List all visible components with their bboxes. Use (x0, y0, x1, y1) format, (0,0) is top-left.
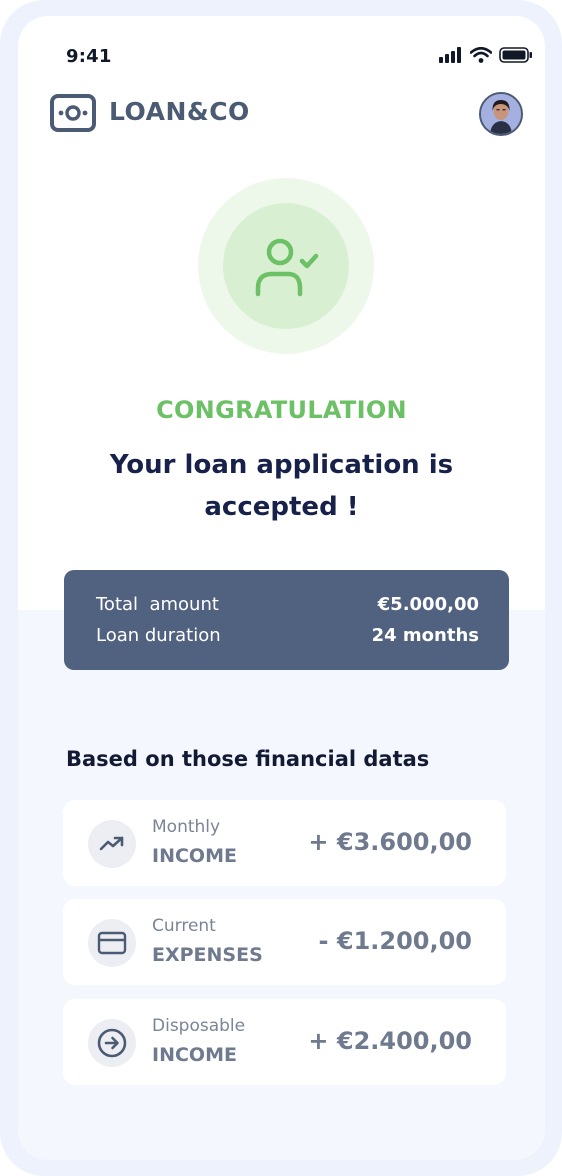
user-check-icon (255, 238, 319, 297)
item-label: INCOME (152, 1044, 237, 1066)
avatar-image (481, 94, 521, 134)
item-label: EXPENSES (152, 944, 263, 966)
item-caption: Disposable (152, 1016, 246, 1036)
credit-card-icon (97, 931, 127, 955)
summary-row-duration: Loan duration 24 months (96, 625, 479, 646)
brand-name: LOAN&CO (109, 97, 250, 126)
loan-summary-card: Total amount €5.000,00 Loan duration 24 … (64, 570, 509, 670)
item-value: + €3.600,00 (308, 828, 472, 856)
item-label: INCOME (152, 845, 237, 867)
section-title: Based on those financial datas (66, 747, 430, 771)
arrow-circle-right-icon (97, 1028, 127, 1058)
avatar[interactable] (479, 92, 523, 136)
item-value: - €1.200,00 (318, 927, 472, 955)
trending-up-icon (99, 836, 124, 851)
status-icons (439, 47, 533, 63)
summary-value: 24 months (371, 625, 479, 646)
summary-label: Loan duration (96, 625, 221, 646)
app-screen: 9:41 LOAN&CO CONGRATULATION Your loan ap… (18, 16, 545, 1160)
item-caption: Monthly (152, 817, 221, 837)
list-item-disposable-income[interactable]: Disposable INCOME + €2.400,00 (63, 999, 506, 1085)
item-value: + €2.400,00 (308, 1027, 472, 1055)
list-item-monthly-income[interactable]: Monthly INCOME + €3.600,00 (63, 800, 506, 886)
status-time: 9:41 (66, 46, 112, 67)
acceptance-message: Your loan application is accepted ! (109, 450, 454, 522)
icon-circle (88, 1019, 136, 1067)
wifi-icon (470, 47, 492, 63)
icon-circle (88, 820, 136, 868)
icon-circle (88, 919, 136, 967)
battery-icon (499, 47, 532, 63)
list-item-current-expenses[interactable]: Current EXPENSES - €1.200,00 (63, 899, 506, 985)
phone-frame: 9:41 LOAN&CO CONGRATULATION Your loan ap… (0, 0, 562, 1176)
summary-row-total: Total amount €5.000,00 (96, 594, 479, 615)
item-caption: Current (152, 916, 216, 936)
signal-icon (439, 47, 461, 63)
logo-icon (50, 94, 96, 132)
congratulation-heading: CONGRATULATION (156, 396, 407, 424)
summary-value: €5.000,00 (377, 594, 479, 615)
summary-label: Total amount (96, 594, 219, 615)
